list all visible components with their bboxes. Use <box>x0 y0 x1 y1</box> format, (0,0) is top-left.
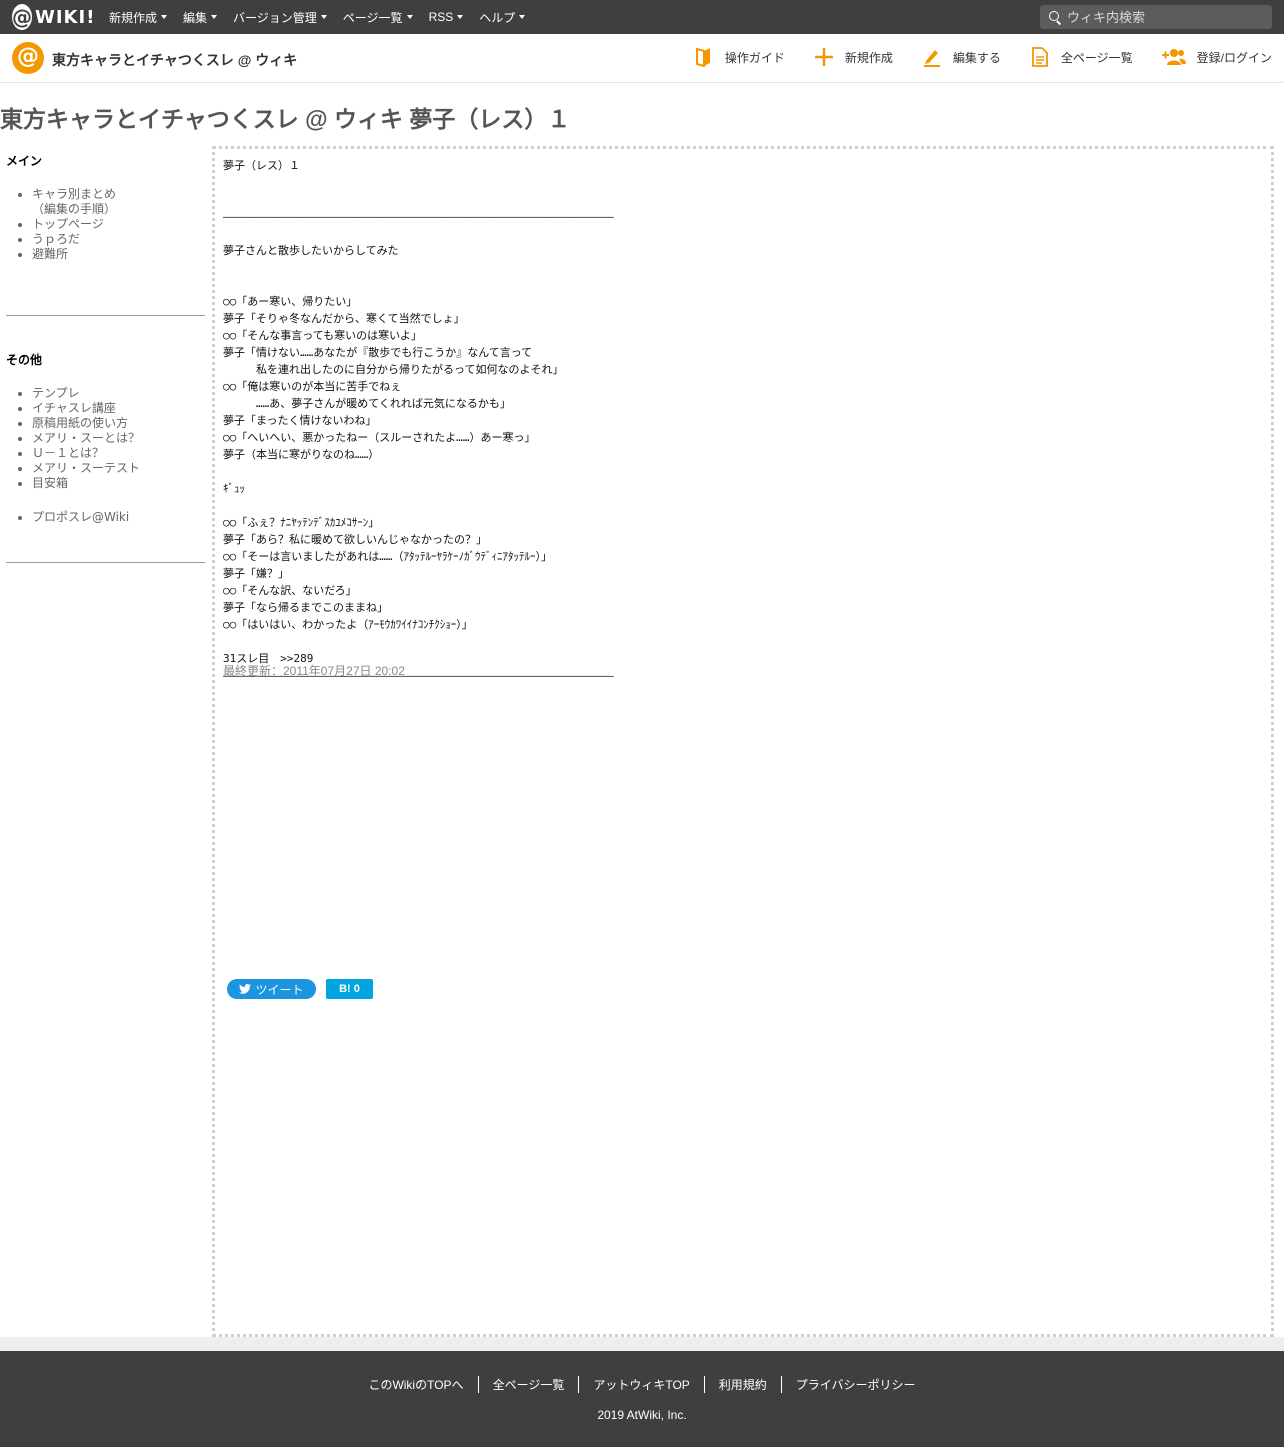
logo-text: WIKI! <box>35 6 96 28</box>
sidebar-item: メアリ・スーとは？ <box>32 431 206 446</box>
footer-links: このWikiのTOPへ 全ページ一覧 アットウィキTOP 利用規約 プライバシー… <box>0 1376 1284 1393</box>
sidebar-other-list: テンプレ イチャスレ講座 原稿用紙の使い方 メアリ・スーとは？ Ｕ－１とは？ メ… <box>6 386 206 491</box>
menu-edit[interactable]: 編集 <box>183 9 218 26</box>
caret-down-icon <box>457 15 464 19</box>
footer-link-terms[interactable]: 利用規約 <box>703 1376 781 1393</box>
main-content: 夢子（レス）１ ――――――――――――――――――――――――――――――――… <box>212 146 1274 1337</box>
book-icon <box>693 46 715 68</box>
sidebar-item: イチャスレ講座 <box>32 401 206 416</box>
sidebar-item: Ｕ－１とは？ <box>32 446 206 461</box>
last-updated: 最終更新：2011年07月27日 20:02 <box>223 664 405 678</box>
menu-help-label: ヘルプ <box>479 10 516 25</box>
sidebar-link-lecture[interactable]: イチャスレ講座 <box>32 401 116 415</box>
document-icon <box>1029 46 1051 68</box>
wiki-header: 東方キャラとイチャつくスレ @ ウィキ 操作ガイド 新規作成 編集する 全ページ… <box>0 34 1284 83</box>
sidebar-link-chara[interactable]: キャラ別まとめ <box>32 187 116 201</box>
sidebar-item: 原稿用紙の使い方 <box>32 416 206 431</box>
footer-link-privacy[interactable]: プライバシーポリシー <box>780 1376 930 1393</box>
menu-version-label: バージョン管理 <box>233 10 317 25</box>
wiki-name[interactable]: 東方キャラとイチャつくスレ @ ウィキ <box>52 50 297 70</box>
login-button[interactable]: 登録/ログイン <box>1161 46 1272 68</box>
tweet-label: ツイート <box>255 982 304 997</box>
header-actions: 操作ガイド 新規作成 編集する 全ページ一覧 登録/ログイン <box>665 46 1272 68</box>
menu-pages[interactable]: ページ一覧 <box>343 9 413 26</box>
menu-new[interactable]: 新規作成 <box>109 9 168 26</box>
sidebar-item: 避難所 <box>32 247 206 262</box>
sidebar-item: テンプレ <box>32 386 206 401</box>
caret-down-icon <box>406 15 413 19</box>
sidebar-link-template[interactable]: テンプレ <box>32 386 80 400</box>
new-page-label: 新規作成 <box>844 50 893 65</box>
search-box <box>1040 5 1272 29</box>
search-input[interactable] <box>1067 9 1257 25</box>
twitter-bird-icon <box>239 984 252 994</box>
sidebar-item: 目安箱 <box>32 476 206 491</box>
page-title: 東方キャラとイチャつくスレ @ ウィキ 夢子（レス）１ <box>0 106 571 132</box>
sidebar-link-edit-steps[interactable]: （編集の手順） <box>32 202 206 217</box>
menu-pages-label: ページ一覧 <box>342 10 403 25</box>
caret-down-icon <box>320 15 327 19</box>
sidebar-link-refuge[interactable]: 避難所 <box>32 247 68 261</box>
at-icon: @ <box>12 4 32 30</box>
footer-link-all-pages[interactable]: 全ページ一覧 <box>477 1376 579 1393</box>
page-body: 夢子（レス）１ ――――――――――――――――――――――――――――――――… <box>223 159 614 682</box>
sidebar-divider <box>6 315 205 316</box>
all-pages-label: 全ページ一覧 <box>1060 50 1133 65</box>
pencil-icon <box>921 46 943 68</box>
sidebar-item: うｐろだ <box>32 232 206 247</box>
caret-down-icon <box>519 15 526 19</box>
sidebar-link-uploader[interactable]: うｐろだ <box>32 232 80 246</box>
sidebar-link-u1[interactable]: Ｕ－１とは？ <box>32 446 104 460</box>
footer: このWikiのTOPへ 全ページ一覧 アットウィキTOP 利用規約 プライバシー… <box>0 1351 1284 1447</box>
top-nav-bar: @ WIKI! 新規作成 編集 バージョン管理 ページ一覧 RSS ヘルプ <box>0 0 1284 34</box>
sidebar-extra-list: プロポスレ@Wiki <box>6 510 206 525</box>
edit-button[interactable]: 編集する <box>921 46 1001 68</box>
sidebar: メイン キャラ別まとめ（編集の手順） トップページ うｐろだ 避難所 その他 テ… <box>6 150 206 563</box>
sidebar-link-suggestion-box[interactable]: 目安箱 <box>32 476 68 490</box>
menu-rss[interactable]: RSS <box>429 9 464 26</box>
menu-edit-label: 編集 <box>183 10 208 25</box>
search-icon[interactable] <box>1049 11 1061 23</box>
sidebar-head-other: その他 <box>6 353 43 367</box>
sidebar-item: トップページ <box>32 217 206 232</box>
sidebar-divider <box>6 562 205 563</box>
hatena-bookmark-button[interactable]: B! 0 <box>326 979 373 999</box>
sidebar-item: メアリ・スーテスト <box>32 461 206 476</box>
top-menu: 新規作成 編集 バージョン管理 ページ一覧 RSS ヘルプ <box>109 9 541 26</box>
menu-new-label: 新規作成 <box>109 10 158 25</box>
footer-link-atwiki-top[interactable]: アットウィキTOP <box>578 1376 703 1393</box>
plus-icon <box>813 46 835 68</box>
menu-version[interactable]: バージョン管理 <box>233 9 327 26</box>
edit-label: 編集する <box>952 50 1001 65</box>
sidebar-link-marysue[interactable]: メアリ・スーとは？ <box>32 431 140 445</box>
caret-down-icon <box>211 15 218 19</box>
all-pages-button[interactable]: 全ページ一覧 <box>1029 46 1133 68</box>
sidebar-link-marysue-test[interactable]: メアリ・スーテスト <box>32 461 140 475</box>
guide-button[interactable]: 操作ガイド <box>693 46 785 68</box>
sidebar-link-top[interactable]: トップページ <box>32 217 104 231</box>
sidebar-item: プロポスレ@Wiki <box>32 510 206 525</box>
copyright: 2019 AtWiki, Inc. <box>597 1408 687 1422</box>
caret-down-icon <box>161 15 168 19</box>
sidebar-head-main: メイン <box>6 154 43 168</box>
sidebar-main-list: キャラ別まとめ（編集の手順） トップページ うｐろだ 避難所 <box>6 187 206 262</box>
wiki-logo-icon[interactable] <box>12 42 44 74</box>
menu-rss-label: RSS <box>428 10 454 24</box>
login-label: 登録/ログイン <box>1196 50 1272 65</box>
sidebar-link-manuscript[interactable]: 原稿用紙の使い方 <box>32 416 128 430</box>
guide-label: 操作ガイド <box>724 50 785 65</box>
tweet-button[interactable]: ツイート <box>227 979 316 999</box>
footer-strip <box>0 1337 1284 1351</box>
sidebar-link-propose-wiki[interactable]: プロポスレ@Wiki <box>32 510 129 524</box>
menu-help[interactable]: ヘルプ <box>479 9 526 26</box>
add-user-icon <box>1161 46 1187 68</box>
sidebar-item: キャラ別まとめ（編集の手順） <box>32 187 206 217</box>
footer-link-wiki-top[interactable]: このWikiのTOPへ <box>354 1376 477 1393</box>
atwiki-logo[interactable]: @ WIKI! <box>12 4 96 30</box>
new-page-button[interactable]: 新規作成 <box>813 46 893 68</box>
